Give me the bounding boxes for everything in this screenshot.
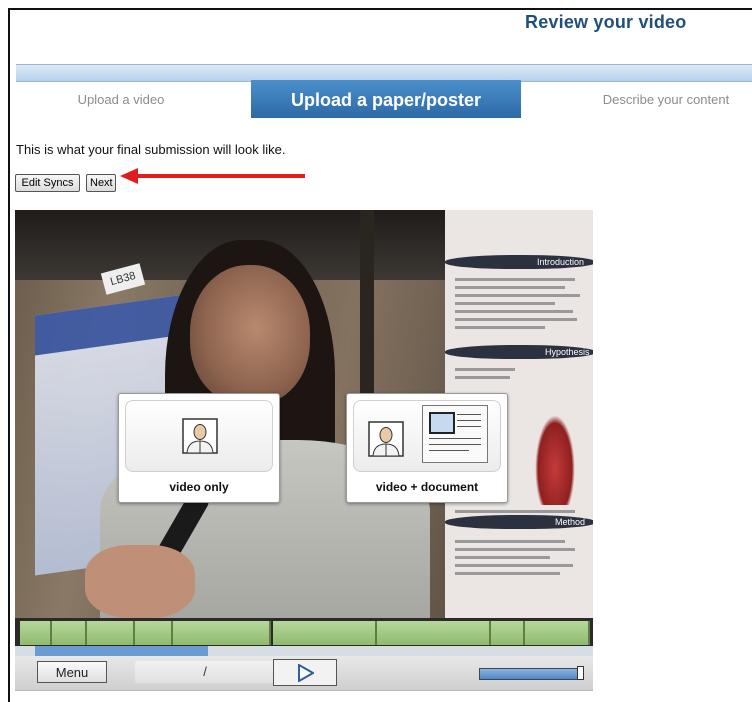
playback-progress-fill	[35, 646, 208, 656]
video-player-frame[interactable]: Introduction Hypothesis Method LB38 vide…	[15, 210, 593, 618]
video-document-option-icon-area	[353, 400, 501, 472]
video-only-label: video only	[169, 480, 229, 494]
video-scene-presenter-hand	[85, 545, 195, 618]
playback-progress-bar[interactable]	[15, 646, 593, 656]
wizard-steps: Upload a video Upload a paper/poster Des…	[16, 80, 752, 118]
timeline-segment[interactable]	[87, 621, 135, 645]
timeline-segment[interactable]	[525, 621, 590, 645]
video-scene-presenter-face	[190, 265, 310, 405]
player-controls: Menu /	[15, 656, 593, 691]
video-document-option[interactable]: video + document	[346, 393, 508, 503]
poster-heading-method: Method	[555, 517, 586, 527]
volume-slider-knob[interactable]	[577, 666, 584, 680]
poster-heading-hypothesis: Hypothesis	[545, 347, 590, 357]
video-only-option[interactable]: video only	[118, 393, 280, 503]
page-title: Review your video	[525, 12, 687, 32]
timeline-segment[interactable]	[20, 621, 52, 645]
timeline-segment[interactable]	[173, 621, 271, 645]
play-button[interactable]	[273, 659, 337, 686]
timeline-segment[interactable]	[273, 621, 377, 645]
poster-heading-introduction: Introduction	[537, 257, 585, 267]
person-icon	[368, 421, 404, 457]
step-upload-paper[interactable]: Upload a paper/poster	[251, 80, 521, 118]
timeline-segment[interactable]	[377, 621, 491, 645]
sync-timeline[interactable]	[15, 618, 593, 646]
intro-text: This is what your final submission will …	[16, 142, 286, 157]
play-icon	[298, 664, 314, 682]
video-only-option-icon-area	[125, 400, 273, 472]
step-describe-content[interactable]: Describe your content	[576, 80, 752, 118]
red-arrow-annotation	[120, 168, 305, 184]
next-button[interactable]: Next	[86, 174, 116, 192]
document-icon	[422, 405, 488, 463]
menu-button[interactable]: Menu	[37, 661, 107, 683]
time-display: /	[135, 661, 275, 683]
video-document-label: video + document	[375, 480, 479, 494]
step-upload-video[interactable]: Upload a video	[16, 80, 226, 118]
person-icon	[182, 418, 218, 454]
volume-slider[interactable]	[479, 668, 583, 680]
timeline-segment[interactable]	[135, 621, 173, 645]
timeline-segment[interactable]	[52, 621, 87, 645]
frame-border-top	[8, 8, 752, 10]
timeline-segment[interactable]	[491, 621, 525, 645]
video-scene-artery-figure	[535, 415, 575, 505]
edit-syncs-button[interactable]: Edit Syncs	[15, 174, 80, 192]
frame-border-left	[8, 8, 10, 702]
